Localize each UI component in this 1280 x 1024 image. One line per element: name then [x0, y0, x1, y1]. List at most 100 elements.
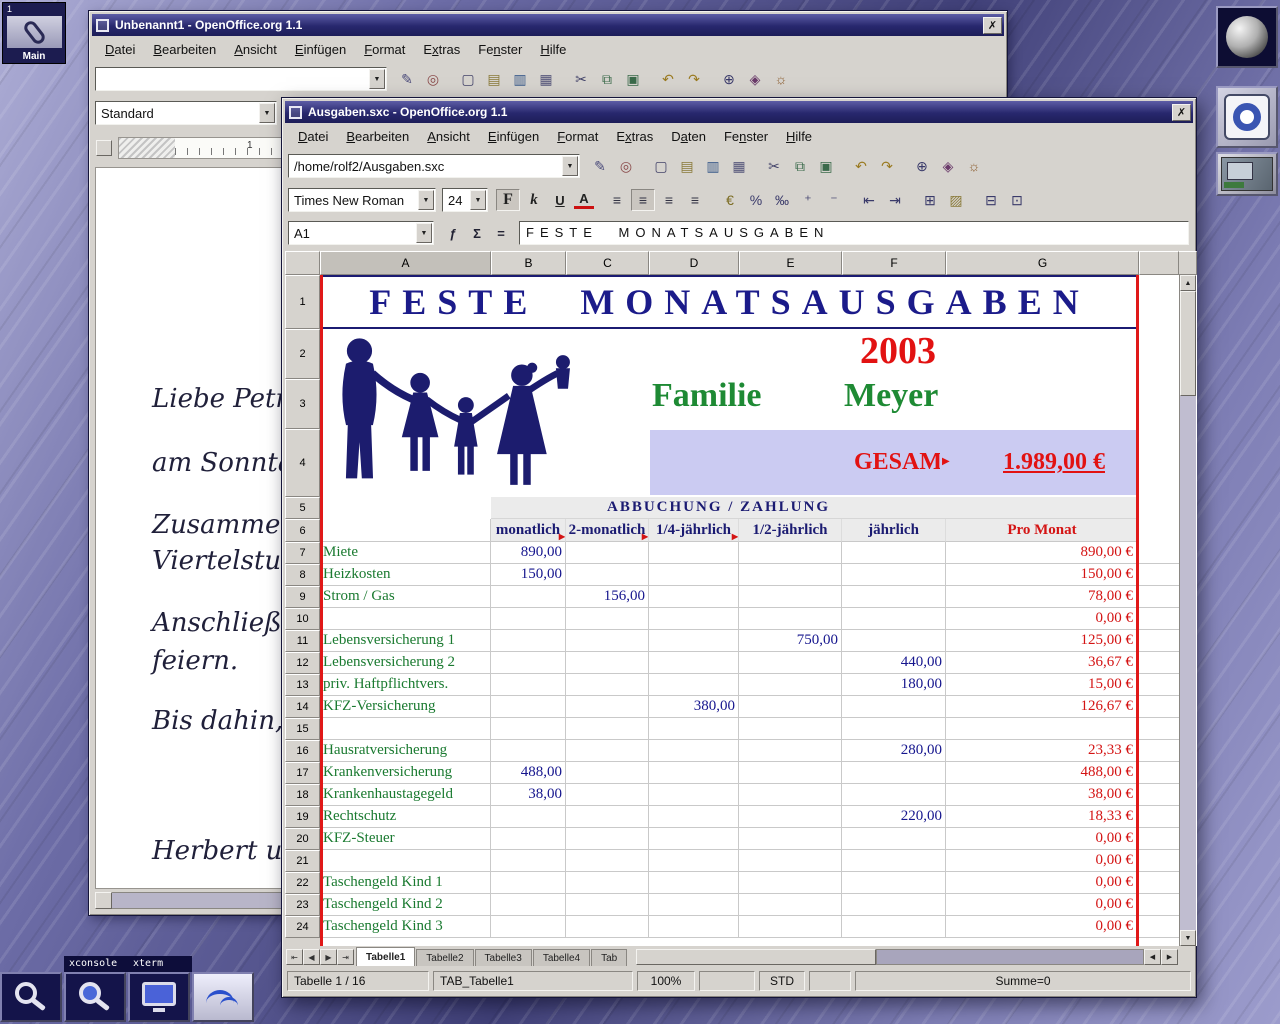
cell-c[interactable] [566, 696, 649, 718]
scroll-up-icon[interactable]: ▲ [1180, 275, 1196, 291]
cell-f[interactable] [842, 542, 946, 564]
open-document-icon[interactable]: ▤ [482, 68, 506, 90]
cell-a6[interactable] [320, 519, 491, 542]
cell-e[interactable] [739, 696, 842, 718]
close-icon[interactable]: ✗ [983, 17, 1002, 34]
chevron-down-icon[interactable]: ▼ [416, 223, 432, 243]
cell-c[interactable] [566, 740, 649, 762]
cell-b[interactable] [491, 718, 566, 740]
paste-icon[interactable]: ▣ [621, 68, 645, 90]
chevron-down-icon[interactable]: ▼ [418, 190, 434, 210]
cell-label[interactable]: priv. Haftpflichtvers. [320, 674, 491, 696]
redo-icon[interactable]: ↷ [875, 155, 899, 177]
cell-g[interactable]: 36,67 € [946, 652, 1139, 674]
undo-icon[interactable]: ↶ [656, 68, 680, 90]
sum-icon[interactable]: Σ [466, 223, 488, 243]
desktop-pager[interactable]: 1 Main [2, 2, 66, 64]
menu-daten[interactable]: Daten [662, 126, 715, 147]
menu-extras[interactable]: Extras [607, 126, 662, 147]
column-header-e[interactable]: E [739, 251, 842, 275]
previous-sheet-icon[interactable]: ◀ [303, 949, 320, 965]
align-center-icon[interactable]: ≡ [631, 189, 655, 211]
cell-d[interactable] [649, 740, 739, 762]
cell-b[interactable] [491, 608, 566, 630]
taskbar-icon-xterm[interactable] [128, 972, 190, 1022]
menu-hilfe[interactable]: Hilfe [531, 39, 575, 60]
cell-label[interactable]: Taschengeld Kind 2 [320, 894, 491, 916]
cell-d[interactable] [649, 872, 739, 894]
cell-e[interactable] [739, 762, 842, 784]
cell-g[interactable]: 18,33 € [946, 806, 1139, 828]
cell-label[interactable]: KFZ-Versicherung [320, 696, 491, 718]
cell-g[interactable]: 126,67 € [946, 696, 1139, 718]
last-sheet-icon[interactable]: ⇥ [337, 949, 354, 965]
cell-b[interactable] [491, 894, 566, 916]
column-header-f[interactable]: F [842, 251, 946, 275]
cell-c[interactable] [566, 718, 649, 740]
cell-d[interactable] [649, 828, 739, 850]
cell-b[interactable] [491, 652, 566, 674]
cell-f[interactable] [842, 872, 946, 894]
navigator-icon[interactable]: ⊕ [910, 155, 934, 177]
dock-icon-sphere[interactable] [1216, 6, 1278, 68]
cell-e[interactable] [739, 872, 842, 894]
cell-g[interactable]: 0,00 € [946, 894, 1139, 916]
gallery-icon[interactable]: ☼ [769, 68, 793, 90]
cell-f[interactable] [842, 608, 946, 630]
cell-f[interactable]: 440,00 [842, 652, 946, 674]
scroll-down-icon[interactable]: ▼ [1180, 930, 1196, 946]
cell-g[interactable]: 38,00 € [946, 784, 1139, 806]
cell-d[interactable] [649, 916, 739, 938]
writer-style-combo[interactable]: Standard ▼ [95, 101, 277, 125]
copy-icon[interactable]: ⧉ [595, 68, 619, 90]
cell-c[interactable] [566, 806, 649, 828]
row-header-19[interactable]: 19 [285, 806, 320, 828]
row-header-2[interactable]: 2 [285, 329, 320, 379]
menu-extras[interactable]: Extras [414, 39, 469, 60]
cell-d[interactable] [649, 652, 739, 674]
horizontal-scrollbar-thumb[interactable] [636, 949, 876, 965]
cell-e[interactable] [739, 806, 842, 828]
cell-label[interactable]: Taschengeld Kind 1 [320, 872, 491, 894]
cell-label[interactable]: Rechtschutz [320, 806, 491, 828]
chevron-down-icon[interactable]: ▼ [369, 69, 385, 89]
row-header-24[interactable]: 24 [285, 916, 320, 938]
cell-c[interactable] [566, 850, 649, 872]
cell-c[interactable] [566, 542, 649, 564]
vertical-scrollbar[interactable]: ▲ ▼ [1179, 275, 1196, 946]
save-document-icon[interactable]: ▥ [508, 68, 532, 90]
menu-bearbeiten[interactable]: Bearbeiten [337, 126, 418, 147]
menu-bearbeiten[interactable]: Bearbeiten [144, 39, 225, 60]
taskbar-icon-xconsole[interactable] [64, 972, 126, 1022]
cell-e[interactable] [739, 608, 842, 630]
cell-label[interactable] [320, 608, 491, 630]
cell-f[interactable] [842, 762, 946, 784]
font-color-icon[interactable]: A [574, 191, 594, 209]
scroll-button[interactable] [95, 892, 112, 909]
cell-d[interactable]: 380,00 [649, 696, 739, 718]
sheet-tab-tab[interactable]: Tab [591, 949, 627, 966]
calc-url-combo[interactable]: /home/rolf2/Ausgaben.sxc ▼ [288, 154, 580, 178]
status-zoom[interactable]: 100% [637, 971, 695, 991]
cell-f[interactable] [842, 696, 946, 718]
cell-label[interactable]: Miete [320, 542, 491, 564]
cell-b[interactable] [491, 850, 566, 872]
cell-g[interactable]: 890,00 € [946, 542, 1139, 564]
cell-d[interactable] [649, 806, 739, 828]
cell-b[interactable]: 488,00 [491, 762, 566, 784]
stop-loading-icon[interactable]: ◎ [421, 68, 445, 90]
cell-e[interactable] [739, 652, 842, 674]
cell-e[interactable] [739, 586, 842, 608]
row-header-3[interactable]: 3 [285, 379, 320, 429]
cell-label[interactable]: Heizkosten [320, 564, 491, 586]
cell-f[interactable]: 180,00 [842, 674, 946, 696]
tab-stop-selector[interactable] [96, 140, 112, 156]
row-header-6[interactable]: 6 [285, 519, 320, 542]
window-menu-icon[interactable] [289, 106, 302, 119]
row-header-22[interactable]: 22 [285, 872, 320, 894]
cell-c[interactable] [566, 652, 649, 674]
cell-title-merged[interactable]: FESTE MONATSAUSGABEN [320, 275, 1139, 329]
cell-c[interactable] [566, 872, 649, 894]
cell-label[interactable]: Krankenversicherung [320, 762, 491, 784]
background-color-icon[interactable]: ▨ [944, 189, 968, 211]
